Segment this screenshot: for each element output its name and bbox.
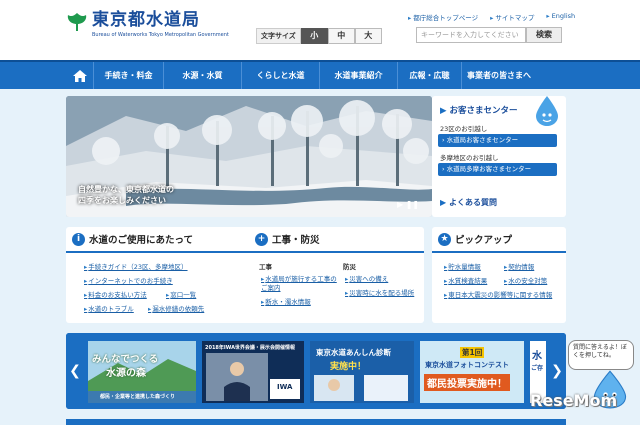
chevron-right-icon: ▶ (440, 106, 447, 116)
slide-pause-icon[interactable]: ▶ ❚❚ (397, 200, 419, 209)
font-size-switcher: 文字サイズ 小 中 大 (256, 28, 382, 44)
banner-diagnosis-line2: 実施中！ (330, 362, 367, 372)
link-sitemap[interactable]: サイトマップ (490, 12, 534, 22)
link-outage-info[interactable]: 断水・濁水情報 (261, 298, 311, 307)
nav-item-pr[interactable]: 広報・広聴 (398, 62, 462, 89)
font-size-medium-button[interactable]: 中 (327, 28, 355, 44)
water-usage-box: i 水道のご使用にあたって 手続きガイド（23区、多摩地区） インターネットでの… (66, 227, 266, 323)
banner-carousel: ❮ みんなでつくる 水源の森 都民・企業等と連携した森づくり 2018年IWA世… (66, 333, 566, 409)
link-leak-repair[interactable]: 漏水修繕の依頼先 (148, 305, 204, 314)
nav-item-procedures[interactable]: 手続き・料金 (94, 62, 164, 89)
customer-center-tama-button[interactable]: 水道局多摩お客さまセンター (438, 163, 557, 176)
customer-center-23-button[interactable]: 水道局お客さまセンター (438, 134, 557, 147)
hero-caption-line2: 四季をお楽しみください (78, 196, 166, 205)
banner-iwa-line1: 2018年IWA世界会議・展示会開催情報 (205, 345, 295, 351)
banner-photo-line2: 東京水道フォトコンテスト (425, 361, 509, 369)
link-reservoir[interactable]: 貯水量情報 (444, 263, 481, 272)
plus-icon: + (255, 232, 268, 246)
font-size-small-button[interactable]: 小 (300, 28, 328, 44)
global-nav: 手続き・料金 水源・水質 くらしと水道 水道事業紹介 広報・広聴 事業者の皆さま… (0, 60, 640, 89)
banner-diagnosis-image (314, 375, 408, 401)
mascot-drop-icon (536, 96, 558, 126)
water-usage-title: 水道のご使用にあたって (89, 235, 194, 246)
hero-caption: 自然豊かな、東京都水道の 四季をお楽しみください (78, 184, 174, 206)
top-links: 都庁総合トップページ サイトマップ English (408, 12, 575, 22)
logo-title: 東京都水道局 (92, 10, 200, 30)
faq-link[interactable]: ▶ よくある質問 (440, 197, 497, 208)
area-23-label: 23区のお引越し (440, 125, 488, 133)
banner-photo-contest[interactable]: 第1回 東京水道フォトコンテスト 都民投票実施中！ (420, 341, 524, 403)
banner-iwa[interactable]: 2018年IWA世界会議・展示会開催情報 IWA (202, 341, 304, 403)
hero-caption-line1: 自然豊かな、東京都水道の (78, 185, 174, 194)
link-construction-info[interactable]: 水道局が施行する工事のご案内 (261, 275, 341, 293)
info-icon: i (72, 232, 85, 246)
banner-forest[interactable]: みんなでつくる 水源の森 都民・企業等と連携した森づくり (88, 341, 196, 403)
pickup-box: ★ ピックアップ 貯水量情報 契約情報 水質検査結果 水の安全対策 東日本大震災… (432, 227, 566, 323)
banner-photo-line1: 第1回 (460, 347, 485, 358)
star-icon: ★ (438, 232, 451, 246)
pickup-title: ピックアップ (455, 235, 513, 246)
hero-slideshow[interactable]: 自然豊かな、東京都水道の 四季をお楽しみください ▶ ❚❚ (66, 96, 432, 217)
area-tama-label: 多摩地区のお引越し (440, 154, 499, 162)
banner-forest-line3: 都民・企業等と連携した森づくり (100, 394, 176, 400)
search-button[interactable]: 検索 (526, 27, 562, 43)
nav-item-water-source[interactable]: 水源・水質 (164, 62, 242, 89)
construction-disaster-box: + 工事・防災 工事 水道局が施行する工事のご案内 断水・濁水情報 防災 災害へ… (249, 227, 424, 323)
logo-subtitle: Bureau of Waterworks Tokyo Metropolitan … (92, 32, 229, 38)
link-online-procedure[interactable]: インターネットでのお手続き (84, 277, 173, 286)
nav-item-operators[interactable]: 事業者の皆さまへ (462, 62, 536, 89)
banner-iwa-logo: IWA (277, 383, 293, 391)
banner-diagnosis[interactable]: 東京水道あんしん診断 実施中！ (310, 341, 414, 403)
chevron-right-icon: ▶ (440, 198, 447, 207)
link-contracts[interactable]: 契約情報 (504, 263, 534, 272)
link-procedure-guide[interactable]: 手続きガイド（23区、多摩地区） (84, 263, 187, 272)
link-service-counters[interactable]: 窓口一覧 (166, 291, 196, 300)
customer-center-panel: ▶ お客さまセンター 23区のお引越し 水道局お客さまセンター 多摩地区のお引越… (432, 96, 566, 217)
banner-photo-line3: 都民投票実施中！ (424, 374, 510, 391)
link-earthquake-info[interactable]: 東日本大震災の影響等に関する情報 (444, 291, 562, 300)
link-english[interactable]: English (546, 12, 575, 22)
link-metro-top[interactable]: 都庁総合トップページ (408, 12, 478, 22)
banner-diagnosis-line1: 東京水道あんしん診断 (316, 348, 391, 357)
link-safety[interactable]: 水の安全対策 (504, 277, 547, 286)
banner-partial-line1: 水 (532, 351, 542, 362)
banner-partial-line2: ご存 (531, 365, 544, 372)
font-size-large-button[interactable]: 大 (354, 28, 382, 44)
banner-iwa-image (206, 353, 300, 401)
watermark: ReseMom (530, 391, 618, 410)
disaster-heading: 防災 (343, 263, 356, 271)
bottom-strip (66, 419, 566, 425)
link-disaster-prep[interactable]: 災害への備え (345, 275, 388, 284)
construction-disaster-title: 工事・防災 (272, 235, 320, 246)
search-form: キーワードを入力してください 検索 (416, 27, 562, 43)
link-water-trouble[interactable]: 水道のトラブル (84, 305, 134, 314)
link-payment-methods[interactable]: 料金のお支払い方法 (84, 291, 147, 300)
banner-forest-line2: 水源の森 (106, 368, 146, 379)
search-input[interactable]: キーワードを入力してください (416, 27, 526, 43)
logo-ginkgo-icon (67, 13, 87, 31)
customer-center-title: ▶ お客さまセンター (440, 106, 518, 116)
carousel-prev-icon[interactable]: ❮ (66, 333, 84, 409)
link-water-distribution[interactable]: 災害時に水を配る場所 (345, 289, 417, 298)
nav-item-business[interactable]: 水道事業紹介 (320, 62, 398, 89)
home-icon (72, 69, 87, 82)
nav-home-button[interactable] (66, 62, 94, 89)
construction-heading: 工事 (259, 263, 272, 271)
site-header: 東京都水道局 Bureau of Waterworks Tokyo Metrop… (0, 0, 640, 60)
nav-item-living[interactable]: くらしと水道 (242, 62, 320, 89)
site-logo[interactable]: 東京都水道局 Bureau of Waterworks Tokyo Metrop… (66, 11, 229, 38)
banner-forest-line1: みんなでつくる (92, 354, 159, 365)
font-size-label: 文字サイズ (256, 28, 301, 44)
link-water-quality[interactable]: 水質検査結果 (444, 277, 487, 286)
